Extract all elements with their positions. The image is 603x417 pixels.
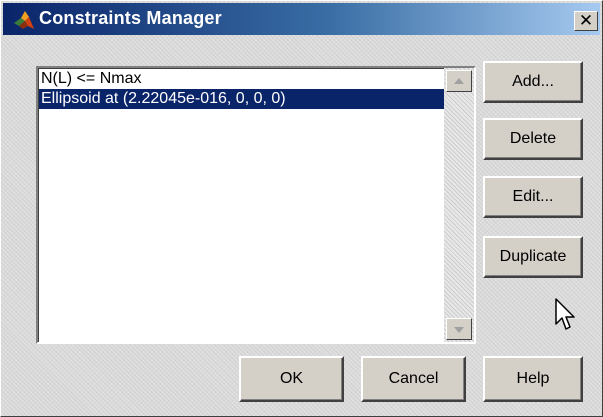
help-button[interactable]: Help [483, 356, 583, 402]
list-item[interactable]: N(L) <= Nmax [39, 69, 444, 89]
scroll-up-button[interactable] [446, 70, 472, 92]
vertical-scrollbar[interactable] [444, 68, 474, 342]
matlab-logo-icon [14, 11, 34, 29]
constraints-list[interactable]: N(L) <= Nmax Ellipsoid at (2.22045e-016,… [36, 66, 476, 344]
list-item-selected[interactable]: Ellipsoid at (2.22045e-016, 0, 0, 0) [39, 89, 444, 109]
constraints-manager-window: Constraints Manager ✕ N(L) <= Nmax Ellip… [0, 0, 603, 417]
ok-button[interactable]: OK [239, 356, 344, 402]
title-bar[interactable]: Constraints Manager ✕ [3, 3, 600, 35]
close-icon: ✕ [578, 11, 594, 30]
close-button[interactable]: ✕ [574, 11, 598, 31]
window-title: Constraints Manager [39, 8, 222, 28]
mouse-pointer-icon [555, 298, 575, 330]
arrow-up-icon [454, 78, 464, 84]
duplicate-button[interactable]: Duplicate [483, 236, 583, 278]
add-button[interactable]: Add... [483, 61, 583, 103]
delete-button[interactable]: Delete [483, 118, 583, 160]
edit-button[interactable]: Edit... [483, 176, 583, 218]
scroll-down-button[interactable] [446, 318, 472, 340]
arrow-down-icon [454, 327, 464, 333]
cancel-button[interactable]: Cancel [361, 356, 466, 402]
